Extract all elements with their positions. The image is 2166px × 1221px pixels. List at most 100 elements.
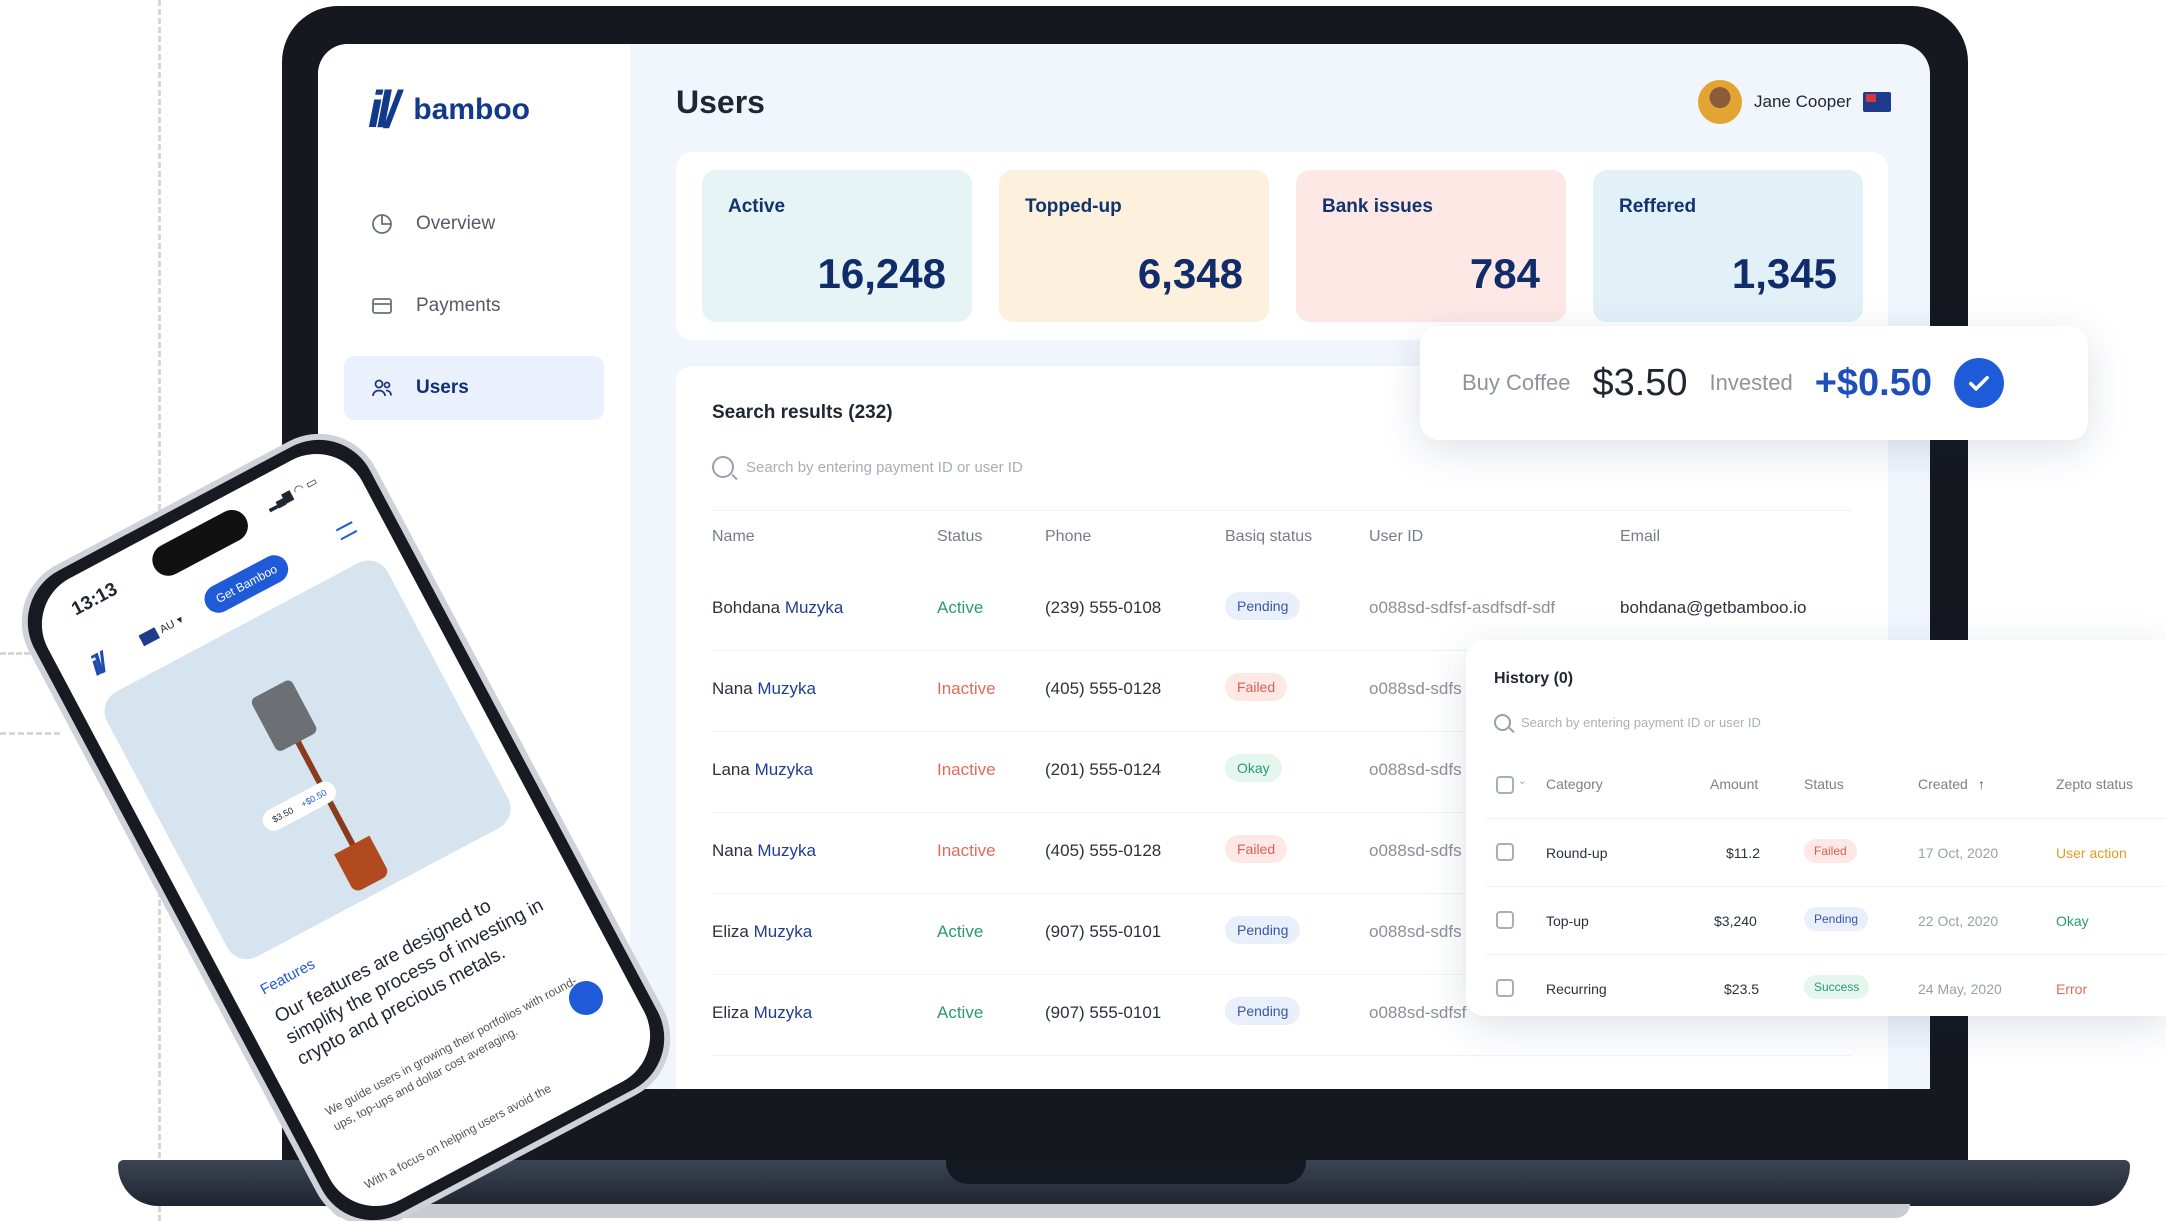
sidebar-item-label: Payments — [416, 295, 501, 316]
first-name: Eliza — [712, 1003, 749, 1022]
category-cell: Top-up — [1546, 913, 1589, 929]
language-selector[interactable]: AU ▾ — [138, 613, 185, 646]
amount-cell: $3,240 — [1714, 913, 1757, 929]
row-checkbox[interactable] — [1496, 979, 1514, 997]
amount-cell: $11.2 — [1726, 845, 1760, 861]
pie-chart-icon — [368, 210, 396, 238]
select-all-checkbox[interactable] — [1496, 776, 1514, 794]
stat-label: Reffered — [1619, 196, 1697, 217]
user-name-cell: Lana Muzyka — [712, 760, 813, 780]
divider — [712, 510, 1852, 511]
coffee-amount: $3.50 — [1592, 361, 1688, 404]
status-badge: Success — [1804, 975, 1870, 999]
history-panel: History (0) Search by entering payment I… — [1466, 640, 2166, 1016]
australia-flag-icon — [138, 626, 160, 646]
last-name: Muzyka — [757, 679, 816, 698]
status-badge: Pending — [1804, 907, 1869, 931]
phone-time: 13:13 — [68, 578, 122, 621]
history-search-input[interactable]: Search by entering payment ID or user ID — [1494, 714, 1761, 731]
column-header-amount[interactable]: Amount — [1710, 776, 1758, 792]
history-title: History (0) — [1494, 670, 1574, 687]
column-header-status[interactable]: Status — [937, 528, 982, 546]
bamboo-logo-icon: il/ — [368, 81, 399, 139]
phone-cell: (405) 555-0128 — [1045, 679, 1162, 698]
stat-value: 6,348 — [1137, 250, 1243, 297]
language-code: AU — [157, 617, 177, 636]
decorative-dashed-line — [0, 732, 60, 735]
stats-panel: Active 16,248 Topped-up 6,348 Bank issue… — [676, 152, 1888, 340]
sidebar-item-label: Users — [416, 377, 469, 398]
bamboo-logo-icon[interactable]: il/ — [85, 649, 110, 683]
menu-icon[interactable] — [335, 521, 358, 541]
status-badge: Pending — [1225, 997, 1301, 1025]
amount-cell: $23.5 — [1724, 981, 1760, 997]
table-row[interactable]: Top-up $3,240 Pending 22 Oct, 2020 Okay — [1486, 886, 2166, 954]
status-cell: Inactive — [937, 760, 996, 779]
table-row[interactable]: Round-up $11.2 Failed 17 Oct, 2020 User … — [1486, 818, 2166, 886]
sidebar-item-overview[interactable]: Overview — [344, 192, 604, 256]
card-icon — [368, 292, 396, 320]
sidebar-item-label: Overview — [416, 213, 496, 234]
column-header-label: Created — [1918, 776, 1968, 792]
table-row[interactable]: Bohdana Muzyka Active (239) 555-0108 Pen… — [712, 570, 1852, 651]
phone-cell: (907) 555-0101 — [1045, 922, 1162, 941]
chip-amount: $3.50 — [270, 805, 296, 825]
dynamic-island — [146, 504, 254, 582]
last-name: Muzyka — [754, 760, 814, 779]
column-header-status[interactable]: Status — [1804, 776, 1844, 792]
chevron-down-icon[interactable]: ⌄ — [1518, 776, 1526, 787]
laptop-foot — [330, 1204, 1910, 1218]
laptop-hinge-notch — [946, 1160, 1306, 1184]
sidebar-item-users[interactable]: Users — [344, 356, 604, 420]
status-badge: Pending — [1225, 592, 1301, 620]
phone-cell: (405) 555-0128 — [1045, 841, 1162, 860]
user-id-cell: o088sd-sdfsf — [1369, 1003, 1467, 1022]
user-id-cell: o088sd-sdfs — [1369, 922, 1462, 941]
brand-logo[interactable]: il/ bamboo — [368, 80, 530, 140]
search-icon — [1494, 714, 1511, 731]
column-header-user-id[interactable]: User ID — [1369, 528, 1423, 546]
search-placeholder: Search by entering payment ID or user ID — [1521, 715, 1761, 730]
row-checkbox[interactable] — [1496, 843, 1514, 861]
user-name-cell: Eliza Muzyka — [712, 922, 812, 942]
column-header-category[interactable]: Category — [1546, 776, 1603, 792]
search-input[interactable]: Search by entering payment ID or user ID — [712, 456, 1023, 478]
column-header-zepto-status[interactable]: Zepto status — [2056, 776, 2133, 792]
table-row[interactable]: Recurring $23.5 Success 24 May, 2020 Err… — [1486, 954, 2166, 1022]
phone-cell: (201) 555-0124 — [1045, 760, 1162, 779]
stat-card-active[interactable]: Active 16,248 — [702, 170, 972, 322]
column-header-email[interactable]: Email — [1620, 528, 1660, 546]
category-cell: Round-up — [1546, 845, 1608, 861]
sidebar-item-payments[interactable]: Payments — [344, 274, 604, 338]
stat-label: Bank issues — [1322, 196, 1433, 217]
column-header-phone[interactable]: Phone — [1045, 528, 1091, 546]
stat-card-referred[interactable]: Reffered 1,345 — [1593, 170, 1863, 322]
last-name: Muzyka — [784, 598, 844, 617]
results-title: Search results (232) — [712, 402, 893, 423]
stat-value: 784 — [1469, 250, 1540, 297]
stat-label: Topped-up — [1025, 196, 1122, 217]
user-name: Jane Cooper — [1754, 92, 1852, 111]
glass-illustration — [334, 835, 391, 894]
stat-card-bank-issues[interactable]: Bank issues 784 — [1296, 170, 1566, 322]
user-name-cell: Eliza Muzyka — [712, 1003, 812, 1023]
user-name-cell: Bohdana Muzyka — [712, 598, 843, 618]
column-header-name[interactable]: Name — [712, 528, 755, 546]
category-cell: Recurring — [1546, 981, 1607, 997]
stat-card-topped-up[interactable]: Topped-up 6,348 — [999, 170, 1269, 322]
last-name: Muzyka — [753, 922, 813, 941]
signal-wifi-battery-icon: ▂▄▆ ◠ ▭ — [263, 473, 320, 513]
status-badge: Failed — [1225, 673, 1288, 701]
status-badge: Pending — [1225, 916, 1301, 944]
arrow-up-icon[interactable]: ↑ — [1978, 776, 1985, 792]
column-header-basiq-status[interactable]: Basiq status — [1225, 528, 1312, 546]
status-cell: Active — [937, 922, 984, 941]
status-cell: Active — [937, 598, 984, 617]
user-menu[interactable]: Jane Cooper — [1698, 80, 1892, 124]
user-id-cell: o088sd-sdfsf-asdfsdf-sdf — [1369, 598, 1556, 617]
marketing-stage: il/ bamboo Overview Payments Users Users… — [0, 0, 2166, 1221]
row-checkbox[interactable] — [1496, 911, 1514, 929]
column-header-created[interactable]: Created ↑ — [1918, 776, 1985, 792]
last-name: Muzyka — [753, 1003, 813, 1022]
search-icon — [712, 456, 734, 478]
